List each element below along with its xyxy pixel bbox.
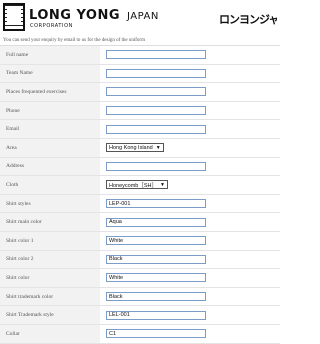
field-label: Team Name bbox=[0, 64, 100, 83]
field-cell bbox=[100, 46, 280, 64]
field-cell bbox=[100, 102, 280, 120]
brand-suffix: JAPAN bbox=[127, 11, 159, 22]
select-field[interactable]: Honeycomb［SH］ ▼ bbox=[106, 180, 168, 190]
field-cell: Hong Kong Island ▼ bbox=[100, 139, 280, 157]
form-row: Shirt color 1 White bbox=[0, 231, 280, 251]
form-row: Shirt main color Aqua bbox=[0, 213, 280, 232]
brand-title: LONG YONG bbox=[29, 8, 120, 23]
form-row: Collar C1 bbox=[0, 324, 280, 344]
select-value: Hong Kong Island bbox=[109, 144, 153, 151]
text-input[interactable]: Black bbox=[106, 254, 206, 264]
form-row: Address bbox=[0, 157, 280, 177]
field-cell: White bbox=[100, 232, 280, 250]
text-input[interactable] bbox=[106, 50, 206, 60]
field-label: Email bbox=[0, 120, 100, 138]
field-label: Cloth bbox=[0, 176, 100, 194]
chevron-down-icon: ▼ bbox=[155, 144, 161, 151]
text-input[interactable]: Aqua bbox=[106, 217, 206, 227]
text-input[interactable] bbox=[106, 161, 206, 171]
form-row: Team Name bbox=[0, 64, 280, 84]
brand-name[interactable]: LONG YONG JAPAN bbox=[29, 8, 159, 23]
field-cell bbox=[100, 120, 280, 138]
field-cell bbox=[100, 83, 280, 101]
brand-corporation: CORPORATION bbox=[30, 23, 73, 29]
intro-text: You can send your enquiry by email to us… bbox=[3, 38, 145, 43]
form-row: Email bbox=[0, 120, 280, 139]
form-row: Shirt trademark color Black bbox=[0, 287, 280, 307]
field-cell: Black bbox=[100, 251, 280, 269]
text-input[interactable] bbox=[106, 68, 206, 78]
form-row: Area Hong Kong Island ▼ bbox=[0, 138, 280, 158]
field-label: Shirt color bbox=[0, 269, 100, 287]
field-cell: Black bbox=[100, 288, 280, 306]
field-label: Phone bbox=[0, 101, 100, 120]
text-input[interactable] bbox=[106, 106, 206, 116]
field-cell: LEL-001 bbox=[100, 306, 280, 324]
field-cell bbox=[100, 65, 280, 83]
field-cell: Honeycomb［SH］ ▼ bbox=[100, 176, 280, 194]
select-field[interactable]: Hong Kong Island ▼ bbox=[106, 143, 164, 153]
text-input[interactable]: White bbox=[106, 273, 206, 283]
text-input[interactable] bbox=[106, 124, 206, 134]
field-label: Collar bbox=[0, 324, 100, 343]
field-cell: Aqua bbox=[100, 213, 280, 231]
text-input[interactable]: LEP-001 bbox=[106, 199, 206, 209]
field-label: Area bbox=[0, 138, 100, 157]
form-row: Shirt styles LEP-001 bbox=[0, 194, 280, 214]
chevron-down-icon: ▼ bbox=[160, 181, 165, 188]
field-label: Shirt color 1 bbox=[0, 231, 100, 250]
form-row: Shirt color 2 Black bbox=[0, 250, 280, 270]
field-label: Places frequented exercises bbox=[0, 83, 100, 101]
form-row: Cloth Honeycomb［SH］ ▼ bbox=[0, 176, 280, 195]
field-label: Shirt color 2 bbox=[0, 250, 100, 269]
brand-logo-icon[interactable] bbox=[3, 3, 25, 31]
field-cell bbox=[100, 158, 280, 176]
form-row: Full name bbox=[0, 46, 280, 65]
brand-katakana: ロンヨンジャパン bbox=[219, 13, 277, 25]
text-input[interactable]: White bbox=[106, 236, 206, 246]
select-value: Honeycomb［SH］ bbox=[109, 182, 157, 189]
field-cell: White bbox=[100, 269, 280, 287]
field-label: Full name bbox=[0, 46, 100, 64]
form-row: Shirt color White bbox=[0, 269, 280, 288]
form-row: Shirt Trademark style LEL-001 bbox=[0, 306, 280, 325]
form-row: Places frequented exercises bbox=[0, 83, 280, 102]
field-label: Shirt styles bbox=[0, 194, 100, 213]
field-label: Address bbox=[0, 157, 100, 176]
field-label: Shirt Trademark style bbox=[0, 306, 100, 324]
text-input[interactable]: Black bbox=[106, 292, 206, 302]
text-input[interactable] bbox=[106, 87, 206, 97]
field-cell: LEP-001 bbox=[100, 195, 280, 213]
field-label: Shirt main color bbox=[0, 213, 100, 231]
field-label: Shirt trademark color bbox=[0, 287, 100, 306]
enquiry-form: Full name Team Name Places frequented exer… bbox=[0, 45, 280, 344]
text-input[interactable]: LEL-001 bbox=[106, 310, 206, 320]
form-row: Phone bbox=[0, 101, 280, 121]
site-header: LONG YONG JAPAN CORPORATION ロンヨンジャパン bbox=[0, 0, 280, 36]
field-cell: C1 bbox=[100, 325, 280, 343]
